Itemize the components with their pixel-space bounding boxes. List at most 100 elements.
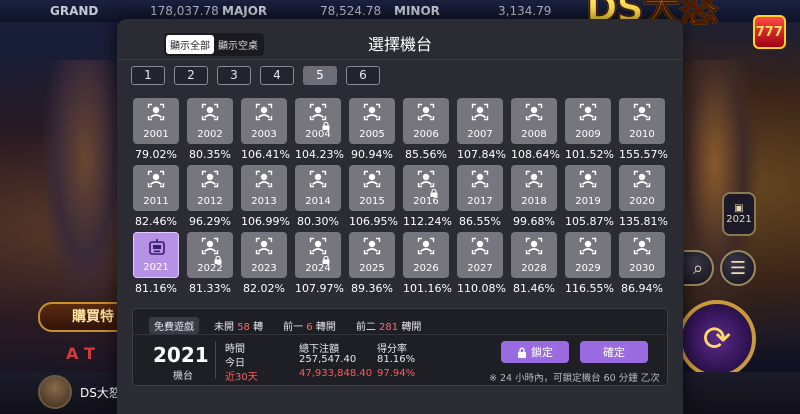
machine-rate: 86.94% [621,282,663,295]
machine-label: 機台 [173,371,193,382]
machine-cell: 2001 79.02% [133,98,179,165]
machine-rate: 80.30% [297,215,339,228]
machine-number: 2002 [197,129,223,140]
machine-tile-2020[interactable]: 2020 [619,165,665,211]
machine-number: 2007 [467,129,493,140]
machine-cell: 2028 81.46% [511,232,557,299]
grand-label: GRAND [50,4,99,18]
machine-number: 2018 [521,196,547,207]
machine-tile-2002[interactable]: 2002 [187,98,233,144]
page-tab-3[interactable]: 3 [217,66,251,85]
machine-cell: 2013 106.99% [241,165,290,232]
confirm-button[interactable]: 確定 [580,341,648,363]
page-tab-4[interactable]: 4 [260,66,294,85]
machine-tile-2014[interactable]: 2014 [295,165,341,211]
machine-tile-2015[interactable]: 2015 [349,165,395,211]
machine-cell: 2014 80.30% [295,165,341,232]
tab-free-games[interactable]: 免費遊戲 [149,317,199,334]
machine-number: 2030 [629,263,655,274]
unopened-label: 未開 [214,322,234,333]
d30-rate-value: 97.94% [377,368,416,379]
machine-tile-2025[interactable]: 2025 [349,232,395,278]
user-icon [633,170,651,188]
lock-machine-button[interactable]: 鎖定 [501,341,569,363]
user-icon [579,170,597,188]
user-icon [255,103,273,121]
page-tab-2[interactable]: 2 [174,66,208,85]
prev2-unit: 轉開 [401,322,422,333]
machine-badge-number: 2021 [726,214,752,225]
machine-tile-2003[interactable]: 2003 [241,98,287,144]
machine-cell: 2016 112.24% [403,165,452,232]
machine-tile-2023[interactable]: 2023 [241,232,287,278]
machine-number: 2016 [413,196,439,207]
machine-rate: 106.41% [241,148,290,161]
page-tab-6[interactable]: 6 [346,66,380,85]
machine-tile-2006[interactable]: 2006 [403,98,449,144]
machine-tile-2019[interactable]: 2019 [565,165,611,211]
machine-tile-2030[interactable]: 2030 [619,232,665,278]
col-time-header: 時間 [225,344,245,355]
machine-tile-2018[interactable]: 2018 [511,165,557,211]
machine-rate: 81.46% [513,282,555,295]
slot-machine-icon: ▣ [734,203,744,214]
machine-rate: 110.08% [457,282,506,295]
machine-rate: 135.81% [619,215,668,228]
machine-rate: 107.97% [295,282,344,295]
machine-cell: 2029 116.55% [565,232,614,299]
machine-number: 2013 [251,196,277,207]
selected-machine-number: 2021 [153,343,209,367]
machine-number: 2015 [359,196,385,207]
machine-tile-2022[interactable]: 2022 [187,232,233,278]
page-tab-5[interactable]: 5 [303,66,337,85]
machine-cell: 2012 96.29% [187,165,233,232]
machine-tile-2001[interactable]: 2001 [133,98,179,144]
tab-prev-two[interactable]: 前二 281 轉開 [351,317,426,334]
user-icon [471,170,489,188]
machine-rate: 79.02% [135,148,177,161]
spin-button[interactable]: ⟳ [678,300,756,378]
machine-tile-2028[interactable]: 2028 [511,232,557,278]
machine-cell: 2023 82.02% [241,232,287,299]
user-icon [201,103,219,121]
machine-rate: 82.02% [243,282,285,295]
grand-value: 178,037.78 [150,4,219,18]
machine-tile-2029[interactable]: 2029 [565,232,611,278]
user-icon [417,103,435,121]
machine-tile-2021[interactable]: 2021 [133,232,179,278]
machine-number: 2026 [413,263,439,274]
machine-tile-2016[interactable]: 2016 [403,165,449,211]
machine-tile-2005[interactable]: 2005 [349,98,395,144]
machine-rate: 99.68% [513,215,555,228]
machine-rate: 85.56% [405,148,447,161]
machine-rate: 80.35% [189,148,231,161]
page-tab-1[interactable]: 1 [131,66,165,85]
machine-rate: 101.16% [403,282,452,295]
prev1-label: 前一 [283,322,304,333]
machine-tile-2009[interactable]: 2009 [565,98,611,144]
machine-select-badge[interactable]: ▣ 2021 [722,192,756,236]
machine-tile-2013[interactable]: 2013 [241,165,287,211]
tab-prev-one[interactable]: 前一 6 轉開 [278,317,341,334]
machine-tile-2010[interactable]: 2010 [619,98,665,144]
machine-cell: 2020 135.81% [619,165,668,232]
search-icon: ⌕ [692,257,704,279]
user-icon [417,237,435,255]
slot-machine-icon [147,237,167,257]
machine-tile-2026[interactable]: 2026 [403,232,449,278]
machine-rate: 105.87% [565,215,614,228]
machine-tile-2017[interactable]: 2017 [457,165,503,211]
player-avatar[interactable] [38,375,72,409]
machine-tile-2008[interactable]: 2008 [511,98,557,144]
machine-tile-2027[interactable]: 2027 [457,232,503,278]
machine-tile-2007[interactable]: 2007 [457,98,503,144]
machine-tile-2012[interactable]: 2012 [187,165,233,211]
prev1-unit: 轉開 [315,322,336,333]
machine-tile-2024[interactable]: 2024 [295,232,341,278]
info-tabs: 免費遊戲 未開 58 轉 前一 6 轉開 前二 281 轉開 [149,317,426,334]
machine-tile-2011[interactable]: 2011 [133,165,179,211]
machine-tile-2004[interactable]: 2004 [295,98,341,144]
machine-cell: 2017 86.55% [457,165,503,232]
menu-button[interactable]: ☰ [720,250,756,286]
tab-unopened[interactable]: 未開 58 轉 [209,317,268,334]
